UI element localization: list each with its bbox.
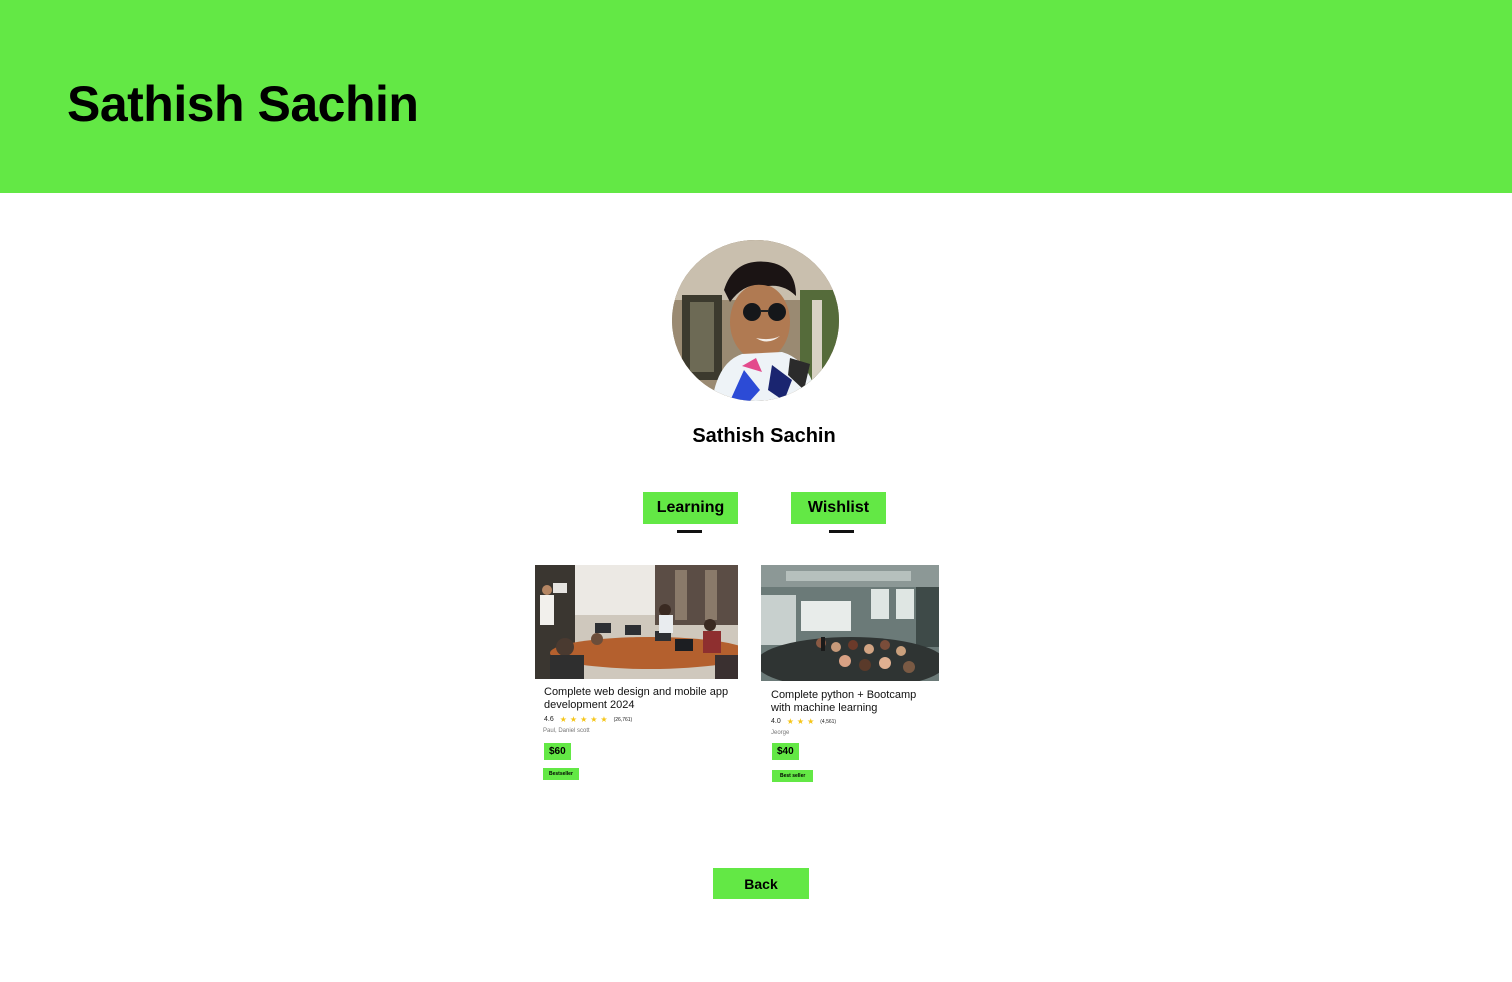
tab-learning-indicator: [677, 530, 702, 533]
header-title: Sathish Sachin: [67, 76, 419, 132]
star-icon: ★★★★★: [559, 715, 611, 724]
profile-avatar: [672, 240, 839, 401]
tab-wishlist-indicator: [829, 530, 854, 533]
course-authors: Paul, Daniel scott: [543, 728, 590, 734]
tab-learning[interactable]: Learning: [643, 492, 738, 524]
rating-value: 4.0: [771, 718, 781, 725]
course-price: $40: [772, 743, 799, 760]
rating-count: (26,761): [613, 716, 633, 723]
back-button[interactable]: Back: [713, 868, 809, 899]
course-authors: Jeorge: [771, 730, 790, 736]
rating-value: 4.6: [544, 716, 554, 723]
profile-name: Sathish Sachin: [692, 425, 836, 447]
classroom-image: [535, 565, 738, 679]
course-title[interactable]: Complete python + Bootcamp with machine …: [761, 689, 939, 715]
page-header: Sathish Sachin: [0, 0, 1512, 193]
course-title[interactable]: Complete web design and mobile app devel…: [535, 686, 738, 712]
tab-wishlist[interactable]: Wishlist: [791, 492, 886, 524]
star-icon: ★★★: [786, 717, 818, 726]
rating-row: 4.6 ★★★★★ (26,761): [535, 715, 738, 724]
course-card[interactable]: Complete web design and mobile app devel…: [535, 565, 738, 780]
course-card[interactable]: Complete python + Bootcamp with machine …: [761, 565, 939, 782]
course-thumbnail[interactable]: [535, 565, 738, 679]
avatar-photo: [672, 240, 839, 401]
rating-row: 4.0 ★★★ (4,561): [761, 717, 939, 726]
course-price: $60: [544, 743, 571, 760]
rating-count: (4,561): [820, 718, 837, 725]
course-thumbnail[interactable]: [761, 565, 939, 681]
classroom-image: [761, 565, 939, 681]
bestseller-badge: Best seller: [772, 770, 814, 782]
bestseller-badge: Bestseller: [543, 768, 579, 780]
